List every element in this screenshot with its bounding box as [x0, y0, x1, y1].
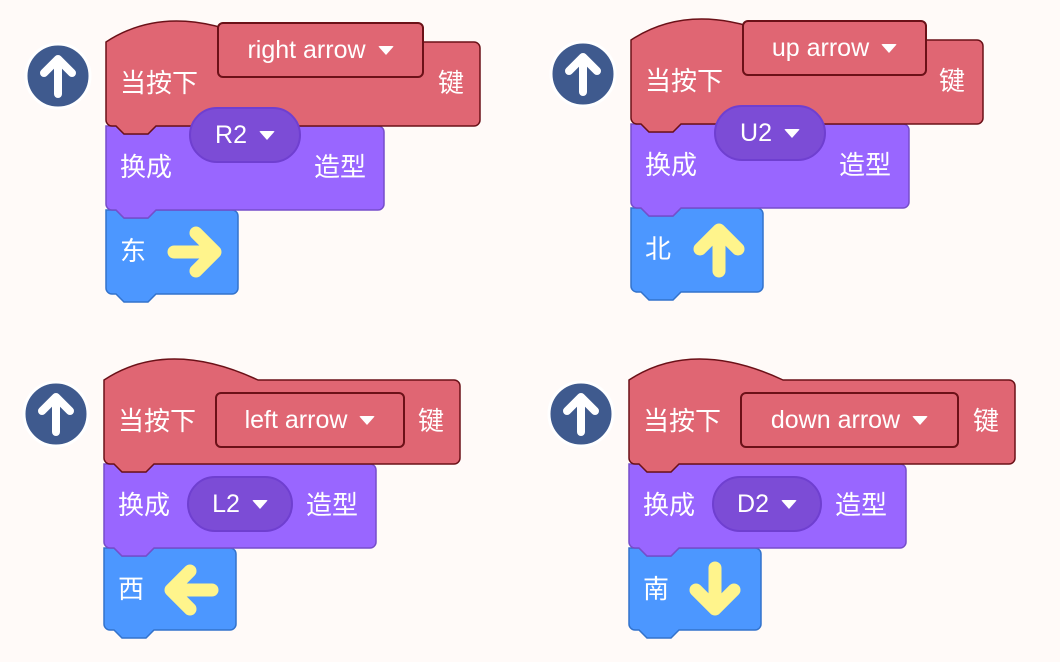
chevron-down-icon — [251, 499, 268, 509]
costume-suffix-label: 造型 — [839, 151, 892, 181]
key-suffix-label: 键 — [438, 69, 465, 99]
chevron-down-icon — [258, 130, 275, 140]
when-key-pressed-label: 当按下 — [643, 407, 722, 437]
switch-costume-label: 换成 — [118, 491, 171, 521]
up-arrow-circle-icon[interactable] — [22, 40, 94, 112]
costume-suffix-label: 造型 — [835, 491, 888, 521]
direction-label: 南 — [643, 575, 670, 605]
costume-dropdown[interactable]: U2 — [714, 105, 826, 161]
costume-dropdown-value: L2 — [212, 489, 240, 518]
up-arrow-circle-icon[interactable] — [547, 38, 619, 110]
direction-label: 北 — [645, 235, 672, 265]
script-right-arrow[interactable]: 当按下 right arrow 键 换成 R2 造型 东 — [20, 8, 520, 318]
direction-label: 西 — [118, 575, 145, 605]
costume-dropdown[interactable]: D2 — [712, 476, 822, 532]
switch-costume-label: 换成 — [120, 153, 173, 183]
key-dropdown[interactable]: up arrow — [742, 20, 927, 76]
left-arrow-icon — [164, 564, 219, 616]
script-up-arrow[interactable]: 当按下 up arrow 键 换成 U2 造型 北 — [545, 6, 1045, 316]
costume-suffix-label: 造型 — [314, 153, 367, 183]
chevron-down-icon — [780, 499, 797, 509]
chevron-down-icon — [359, 415, 376, 425]
key-dropdown[interactable]: left arrow — [215, 392, 405, 448]
costume-dropdown-value: R2 — [215, 120, 247, 149]
switch-costume-label: 换成 — [645, 151, 698, 181]
up-arrow-circle-icon[interactable] — [20, 378, 92, 450]
right-arrow-icon — [167, 226, 222, 278]
up-arrow-icon — [693, 223, 745, 278]
direction-label: 东 — [120, 237, 147, 267]
costume-suffix-label: 造型 — [306, 491, 359, 521]
switch-costume-label: 换成 — [643, 491, 696, 521]
when-key-pressed-label: 当按下 — [120, 69, 199, 99]
when-key-pressed-label: 当按下 — [645, 67, 724, 97]
down-arrow-icon — [689, 561, 741, 616]
costume-dropdown[interactable]: R2 — [189, 107, 301, 163]
key-suffix-label: 键 — [939, 67, 966, 97]
key-dropdown-value: right arrow — [247, 35, 366, 64]
key-suffix-label: 键 — [973, 407, 1000, 437]
chevron-down-icon — [881, 43, 898, 53]
chevron-down-icon — [783, 128, 800, 138]
key-dropdown-value: left arrow — [244, 405, 348, 434]
script-down-arrow[interactable]: 当按下 down arrow 键 换成 D2 造型 南 — [543, 348, 1043, 658]
script-left-arrow[interactable]: 当按下 left arrow 键 换成 L2 造型 西 — [18, 348, 518, 658]
costume-dropdown[interactable]: L2 — [187, 476, 293, 532]
up-arrow-circle-icon[interactable] — [545, 378, 617, 450]
chevron-down-icon — [377, 45, 394, 55]
key-dropdown[interactable]: right arrow — [217, 22, 424, 78]
key-dropdown[interactable]: down arrow — [740, 392, 959, 448]
when-key-pressed-label: 当按下 — [118, 407, 197, 437]
chevron-down-icon — [912, 415, 929, 425]
key-suffix-label: 键 — [418, 407, 445, 437]
key-dropdown-value: down arrow — [770, 405, 901, 434]
costume-dropdown-value: D2 — [737, 489, 769, 518]
costume-dropdown-value: U2 — [740, 118, 772, 147]
key-dropdown-value: up arrow — [771, 33, 870, 62]
